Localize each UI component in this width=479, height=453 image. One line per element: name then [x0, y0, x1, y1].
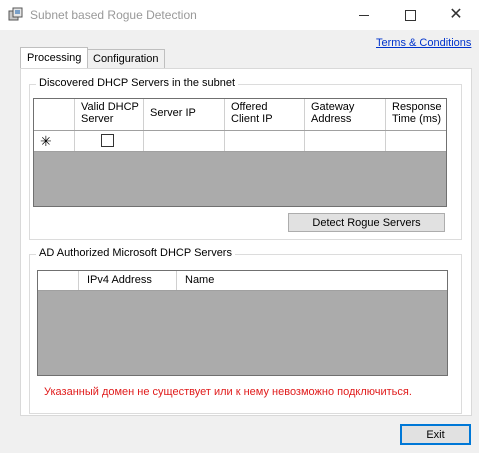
detect-rogue-servers-button[interactable]: Detect Rogue Servers — [288, 213, 445, 232]
column-ipv4-address[interactable]: IPv4 Address — [79, 271, 177, 290]
tab-configuration[interactable]: Configuration — [86, 49, 166, 68]
terms-and-conditions-link[interactable]: Terms & Conditions — [376, 37, 471, 49]
minimize-button[interactable] — [341, 0, 387, 30]
window-title: Subnet based Rogue Detection — [30, 8, 197, 22]
column-name[interactable]: Name — [177, 271, 447, 290]
discovered-grid-header: Valid DHCP Server Server IP Offered Clie… — [34, 99, 446, 131]
column-header-line: Gateway — [311, 101, 355, 113]
exit-button[interactable]: Exit — [400, 424, 471, 445]
response-time-cell[interactable] — [386, 131, 446, 151]
close-icon: ✕ — [449, 6, 463, 23]
authorized-servers-grid[interactable]: IPv4 Address Name — [37, 270, 448, 376]
maximize-icon — [405, 10, 416, 21]
column-header-line: Server IP — [150, 107, 196, 119]
column-gateway-address[interactable]: Gateway Address — [305, 99, 386, 130]
close-button[interactable]: ✕ — [433, 0, 479, 30]
error-message: Указанный домен не существует или к нему… — [44, 386, 412, 398]
offered-client-ip-cell[interactable] — [225, 131, 305, 151]
discovered-servers-group-title: Discovered DHCP Servers in the subnet — [36, 77, 239, 89]
discovered-servers-grid[interactable]: Valid DHCP Server Server IP Offered Clie… — [33, 98, 447, 207]
maximize-button[interactable] — [387, 0, 433, 30]
new-row[interactable]: ✳ — [34, 131, 446, 152]
authorized-servers-group-title: AD Authorized Microsoft DHCP Servers — [36, 247, 235, 259]
column-header-line: Response — [392, 101, 442, 113]
row-header-column — [34, 99, 75, 130]
new-row-header: ✳ — [34, 131, 75, 151]
tab-processing[interactable]: Processing — [20, 47, 89, 68]
server-ip-cell[interactable] — [144, 131, 225, 151]
network-app-icon — [8, 7, 24, 23]
authorized-grid-header: IPv4 Address Name — [38, 271, 447, 291]
column-header-line: Server — [81, 113, 114, 125]
new-row-asterisk-icon: ✳ — [40, 133, 52, 149]
column-header-line: Offered — [231, 101, 268, 113]
gateway-address-cell[interactable] — [305, 131, 386, 151]
title-bar: Subnet based Rogue Detection ✕ — [0, 0, 479, 30]
column-server-ip[interactable]: Server IP — [144, 99, 225, 130]
column-header-line: Time (ms) — [392, 113, 442, 125]
column-valid-dhcp-server[interactable]: Valid DHCP Server — [75, 99, 144, 130]
column-header-line: Valid DHCP — [81, 101, 139, 113]
row-header-column — [38, 271, 79, 290]
column-offered-client-ip[interactable]: Offered Client IP — [225, 99, 305, 130]
valid-dhcp-server-checkbox[interactable] — [101, 134, 114, 147]
column-response-time[interactable]: Response Time (ms) — [386, 99, 446, 130]
processing-tab-panel: Discovered DHCP Servers in the subnet Va… — [20, 68, 472, 416]
app-window: Subnet based Rogue Detection ✕ Terms & C… — [0, 0, 479, 453]
column-header-line: Client IP — [231, 113, 273, 125]
minimize-icon — [359, 15, 369, 16]
column-header-line: Address — [311, 113, 352, 125]
valid-dhcp-server-cell[interactable] — [75, 131, 144, 151]
